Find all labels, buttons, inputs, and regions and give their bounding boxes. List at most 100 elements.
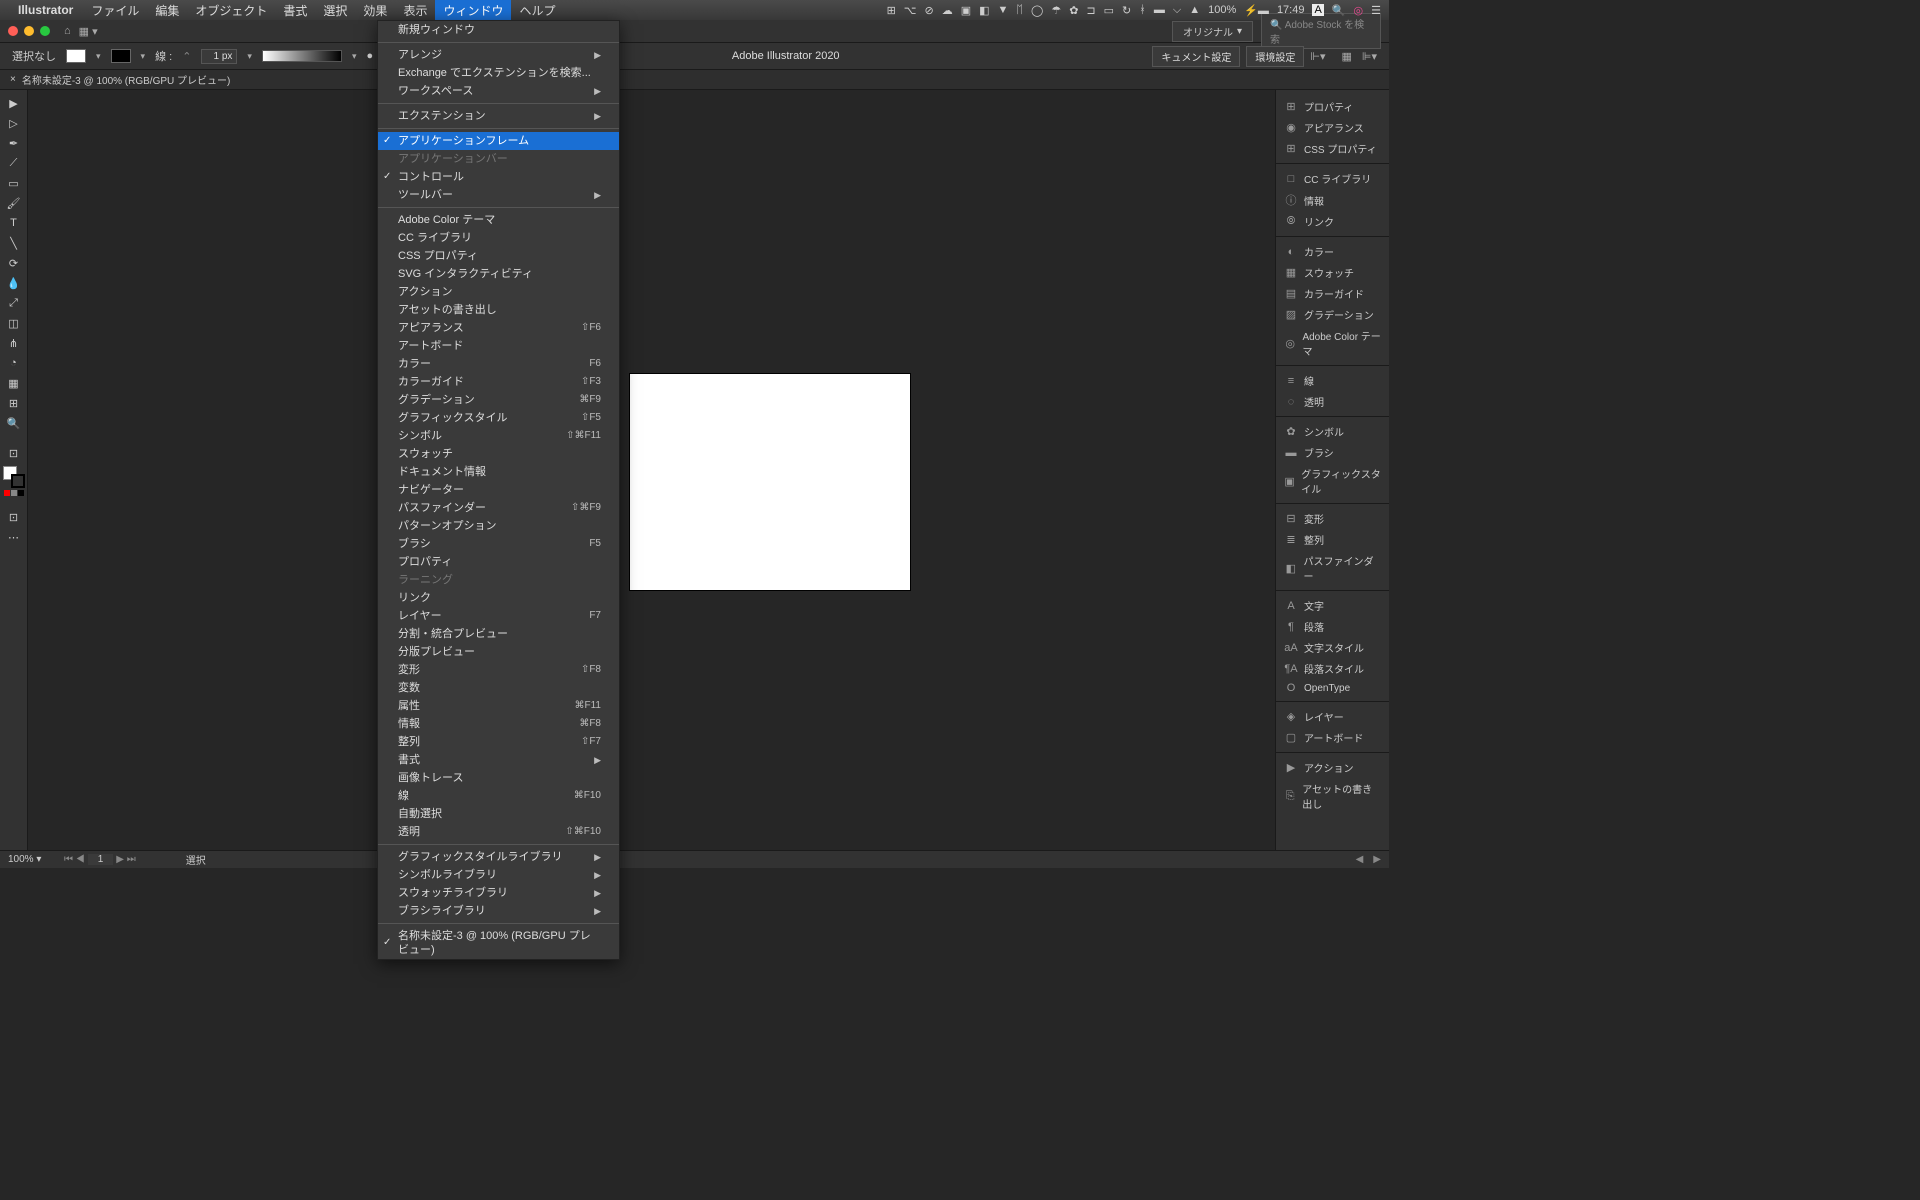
time-machine-icon[interactable]: ↻ (1122, 4, 1131, 17)
panel-item[interactable]: ▶アクション (1276, 757, 1389, 778)
zoom-select[interactable]: 100% ▾ (8, 854, 54, 865)
menu-window[interactable]: ウィンドウ (435, 0, 511, 21)
panel-item[interactable]: ⊞プロパティ (1276, 96, 1389, 117)
type-tool[interactable]: T (3, 214, 25, 232)
artboard-tool[interactable]: ⊞ (3, 394, 25, 412)
menu-item[interactable]: シンボルライブラリ▶ (378, 866, 619, 884)
fill-stroke-control[interactable] (3, 466, 25, 488)
zoom-tool[interactable]: 🔍 (3, 414, 25, 432)
prefs-button[interactable]: 環境設定 (1246, 46, 1304, 67)
clock[interactable]: 17:49 (1277, 4, 1305, 16)
icon[interactable]: ▣ (961, 4, 971, 17)
curvature-tool[interactable]: ⟋ (3, 154, 25, 172)
minimize-window[interactable] (24, 26, 34, 36)
menu-item[interactable]: アピアランス⇧F6 (378, 319, 619, 337)
menu-object[interactable]: オブジェクト (187, 0, 275, 21)
nav-left[interactable]: ◀ (1356, 854, 1364, 865)
menu-item[interactable]: レイヤーF7 (378, 607, 619, 625)
menu-item[interactable]: リンク (378, 589, 619, 607)
menu-item[interactable]: 分版プレビュー (378, 643, 619, 661)
menu-item[interactable]: ツールバー▶ (378, 186, 619, 204)
direct-selection-tool[interactable]: ▷ (3, 114, 25, 132)
menu-item[interactable]: SVG インタラクティビティ (378, 265, 619, 283)
display-icon[interactable]: ▭ (1104, 4, 1114, 17)
menu-item[interactable]: 透明⇧⌘F10 (378, 823, 619, 841)
menu-item[interactable]: CSS プロパティ (378, 247, 619, 265)
width-tool[interactable]: ⋔ (3, 334, 25, 352)
wifi-icon[interactable]: ⌵ (1173, 4, 1181, 17)
panel-item[interactable]: ⓘ情報 (1276, 189, 1389, 211)
artboard[interactable] (630, 374, 910, 590)
volume-icon[interactable]: ▲ (1189, 4, 1200, 16)
drawing-mode[interactable]: ⊡ (3, 444, 25, 462)
menu-item[interactable]: パターンオプション (378, 517, 619, 535)
menu-item[interactable]: CC ライブラリ (378, 229, 619, 247)
menu-item[interactable]: Exchange でエクステンションを検索... (378, 64, 619, 82)
menu-item[interactable]: ✓アプリケーションフレーム (378, 132, 619, 150)
menu-item[interactable]: シンボル⇧⌘F11 (378, 427, 619, 445)
menu-item[interactable]: スウォッチ (378, 445, 619, 463)
stroke-color[interactable] (11, 474, 25, 488)
menu-file[interactable]: ファイル (83, 0, 147, 21)
panel-item[interactable]: ▣グラフィックスタイル (1276, 463, 1389, 499)
gradient-tool[interactable]: ▦ (3, 374, 25, 392)
panel-item[interactable]: ⊟変形 (1276, 508, 1389, 529)
opacity-icon[interactable]: ● (366, 50, 373, 62)
status-icon[interactable]: ⊞ (887, 4, 896, 17)
fill-swatch[interactable] (66, 49, 86, 63)
panel-item[interactable]: A文字 (1276, 595, 1389, 616)
shape-builder-tool[interactable]: ◔ (3, 354, 25, 372)
panel-item[interactable]: ¶段落 (1276, 616, 1389, 637)
workspace-icon[interactable]: ▦ ▾ (79, 25, 98, 38)
menu-item[interactable]: 属性⌘F11 (378, 697, 619, 715)
menu-item[interactable]: アートボード (378, 337, 619, 355)
panel-item[interactable]: ◉アピアランス (1276, 117, 1389, 138)
cloud-icon[interactable]: ☁ (942, 4, 953, 17)
icon[interactable]: ⊐ (1086, 4, 1095, 17)
menu-item[interactable]: グラフィックスタイル⇧F5 (378, 409, 619, 427)
icon[interactable]: ◯ (1031, 4, 1043, 17)
panel-item[interactable]: ▨グラデーション (1276, 304, 1389, 325)
panel-item[interactable]: ▢アートボード (1276, 727, 1389, 748)
menu-item[interactable]: アセットの書き出し (378, 301, 619, 319)
menu-item[interactable]: ✓名称未設定-3 @ 100% (RGB/GPU プレビュー) (378, 927, 619, 959)
menu-item[interactable]: 変数 (378, 679, 619, 697)
app-name[interactable]: Illustrator (18, 3, 73, 17)
panel-item[interactable]: □CC ライブラリ (1276, 168, 1389, 189)
fill-drop[interactable]: ▾ (96, 51, 101, 62)
pen-tool[interactable]: ✒ (3, 134, 25, 152)
home-icon[interactable]: ⌂ (64, 25, 71, 38)
menu-item[interactable]: グラデーション⌘F9 (378, 391, 619, 409)
menu-view[interactable]: 表示 (395, 0, 435, 21)
view-mode-select[interactable]: オリジナル▾ (1172, 21, 1253, 42)
panel-item[interactable]: ◐カラー (1276, 241, 1389, 262)
menu-item[interactable]: Adobe Color テーマ (378, 211, 619, 229)
control-center-icon[interactable]: ☰ (1371, 4, 1381, 17)
menu-item[interactable]: 整列⇧F7 (378, 733, 619, 751)
menu-edit[interactable]: 編集 (147, 0, 187, 21)
stroke-width-input[interactable]: 1 px (201, 49, 237, 64)
panel-item[interactable]: ✿シンボル (1276, 421, 1389, 442)
input-source[interactable]: A (1312, 4, 1323, 16)
nav-right[interactable]: ▶ (1373, 854, 1381, 865)
panel-item[interactable]: ≣整列 (1276, 529, 1389, 550)
panel-item[interactable]: ⊞CSS プロパティ (1276, 138, 1389, 159)
spotlight-icon[interactable]: 🔍 (1332, 4, 1346, 17)
icon[interactable]: ᛖ (1016, 4, 1023, 16)
screen-mode[interactable]: ⊡ (3, 508, 25, 526)
wifi-icon[interactable]: ▼ (998, 4, 1009, 16)
color-mode-row[interactable] (4, 490, 24, 496)
panel-item[interactable]: aA文字スタイル (1276, 637, 1389, 658)
menu-item[interactable]: カラーガイド⇧F3 (378, 373, 619, 391)
panel-item[interactable]: ⎘アセットの書き出し (1276, 778, 1389, 814)
stroke-swatch[interactable] (111, 49, 131, 63)
rotate-tool[interactable]: ⟳ (3, 254, 25, 272)
rectangle-tool[interactable]: ▭ (3, 174, 25, 192)
menu-item[interactable]: プロパティ (378, 553, 619, 571)
align-icon[interactable]: ⊩▾ (1310, 50, 1325, 63)
battery-icon[interactable]: ▬ (1154, 4, 1165, 16)
bluetooth-icon[interactable]: ᚼ (1139, 4, 1146, 16)
menu-item[interactable]: ワークスペース▶ (378, 82, 619, 100)
close-window[interactable] (8, 26, 18, 36)
panel-item[interactable]: ≡線 (1276, 370, 1389, 391)
